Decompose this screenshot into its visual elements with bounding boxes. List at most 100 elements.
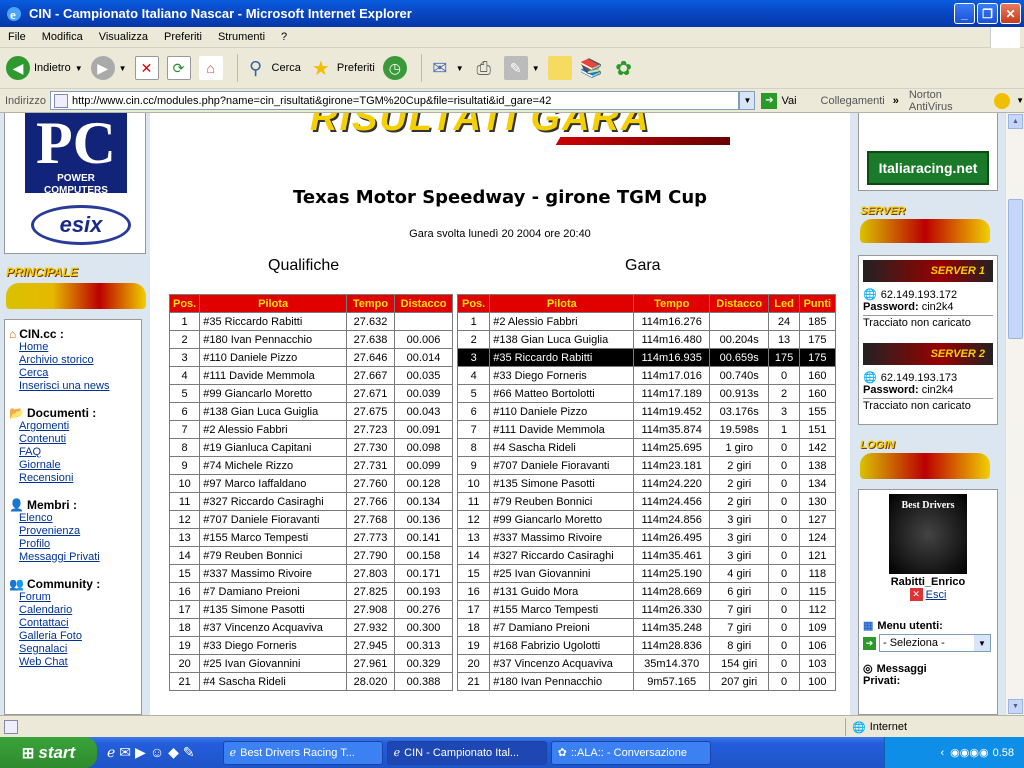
table-cell: 114m25.190 (633, 564, 710, 583)
print-button[interactable]: ⎙ (472, 56, 496, 80)
table-cell: 19 (456, 636, 491, 655)
chevron-down-icon[interactable]: ▼ (75, 64, 83, 73)
refresh-button[interactable]: ⟳ (166, 56, 191, 80)
menu-file[interactable]: File (0, 31, 34, 43)
outlook-icon[interactable]: ✉ (119, 744, 131, 761)
taskbar-item-conversazione[interactable]: ✿::ALA:: - Conversazione (550, 740, 711, 765)
table-cell: 114m16.935 (633, 348, 710, 367)
nav-link-recensioni[interactable]: Recensioni (9, 472, 137, 485)
favorites-button[interactable]: ★ Preferiti (309, 56, 375, 80)
chevron-down-icon: ▼ (974, 635, 990, 651)
table-cell: 27.671 (346, 384, 395, 403)
discuss-button[interactable] (547, 56, 572, 80)
flower-icon: ✿ (615, 57, 633, 80)
table-cell: 7 (456, 420, 491, 439)
close-button[interactable]: ✕ (1000, 3, 1021, 24)
table-cell: 17 (168, 600, 201, 619)
tray-icons[interactable]: ◉◉◉◉ (950, 746, 988, 759)
table-cell: 114m17.189 (633, 384, 710, 403)
nav-link-giornale[interactable]: Giornale (9, 459, 137, 472)
esix-logo[interactable]: esix (31, 205, 131, 245)
globe-icon: 🌐 (852, 721, 866, 734)
nav-section-community: 👥 Community : (9, 577, 101, 591)
table-cell: #110 Daniele Pizzo (199, 348, 347, 367)
nav-link-profilo[interactable]: Profilo (9, 538, 137, 551)
search-button[interactable]: ⚲ Cerca (244, 56, 301, 80)
nav-link-argomenti[interactable]: Argomenti (9, 420, 137, 433)
table-cell: 10 (168, 474, 201, 493)
menu-modifica[interactable]: Modifica (34, 31, 91, 43)
scroll-up-button[interactable]: ▲ (1008, 114, 1023, 129)
mail-button[interactable]: ✉ ▼ (428, 56, 463, 80)
page-viewport: PC POWER COMPUTERS esix PRINCIPALE ⌂ CIN.… (0, 113, 1024, 715)
table-cell: 185 (798, 312, 837, 331)
nav-link-contattaci[interactable]: Contattaci (9, 617, 137, 630)
pencil-icon[interactable]: ✎ (183, 744, 195, 761)
italiaracing-logo[interactable]: Italiaracing.net (867, 151, 989, 185)
pc-logo[interactable]: PC POWER COMPUTERS (25, 113, 127, 196)
nav-link-elenco[interactable]: Elenco (9, 512, 137, 525)
scroll-thumb[interactable] (1008, 199, 1023, 339)
edit-button[interactable]: ✎ ▼ (503, 56, 540, 80)
vertical-scrollbar[interactable]: ▲ ▼ (1005, 113, 1024, 715)
menu-help[interactable]: ? (273, 31, 295, 43)
nav-link-home[interactable]: Home (9, 341, 137, 354)
nav-link-cerca[interactable]: Cerca (9, 367, 137, 380)
history-button[interactable]: ◷ (382, 56, 407, 80)
menu-visualizza[interactable]: Visualizza (91, 31, 156, 43)
tray-chevron-icon[interactable]: ‹ (941, 747, 945, 759)
forward-button[interactable]: ▶ ▼ (90, 56, 127, 80)
research-button[interactable]: 📚 (580, 56, 604, 80)
norton-antivirus[interactable]: Norton AntiVirus (909, 89, 988, 113)
user-menu-select[interactable]: - Seleziona - ▼ (879, 634, 991, 652)
stop-button[interactable]: ✕ (134, 56, 159, 80)
menu-preferiti[interactable]: Preferiti (156, 31, 210, 43)
icq-button[interactable]: ✿ (612, 56, 636, 80)
nav-link-provenienza[interactable]: Provenienza (9, 525, 137, 538)
nav-link-contenuti[interactable]: Contenuti (9, 433, 137, 446)
table-cell: 3 (168, 348, 201, 367)
start-button[interactable]: ⊞ start (0, 737, 97, 768)
nav-link-calendario[interactable]: Calendario (9, 604, 137, 617)
back-button[interactable]: ◀ Indietro ▼ (6, 56, 83, 80)
taskbar-item-cin[interactable]: ℯ CIN - Campionato Ital... (386, 740, 547, 765)
principale-banner[interactable]: PRINCIPALE (6, 265, 146, 315)
nav-link-messaggi-privati[interactable]: Messaggi Privati (9, 551, 137, 564)
nav-link-forum[interactable]: Forum (9, 591, 137, 604)
logout-link[interactable]: ✕ Esci (863, 588, 993, 601)
server-banner: SERVER (860, 205, 990, 247)
chevron-right-icon[interactable]: » (893, 95, 899, 107)
table-cell: 19 (168, 636, 201, 655)
clock: 0.58 (992, 746, 1014, 759)
chevron-down-icon[interactable]: ▼ (1016, 96, 1024, 105)
table-cell: 18 (168, 618, 201, 637)
media-player-icon[interactable]: ▶ (135, 744, 146, 761)
nav-link-faq[interactable]: FAQ (9, 446, 137, 459)
messenger-icon[interactable]: ☺ (150, 744, 164, 761)
ie-icon[interactable]: ℯ (107, 744, 115, 761)
window-titlebar[interactable]: e CIN - Campionato Italiano Nascar - Mic… (0, 0, 1024, 27)
go-button[interactable]: ➔ Vai (761, 92, 797, 109)
table-cell: 121 (798, 546, 837, 565)
nav-link-inserisci-news[interactable]: Inserisci una news (9, 380, 137, 393)
taskbar-item-best-drivers[interactable]: ℯ Best Drivers Racing T... (222, 740, 383, 765)
home-button[interactable]: ⌂ (198, 56, 223, 80)
nav-link-segnalaci[interactable]: Segnalaci (9, 643, 137, 656)
minimize-button[interactable]: _ (954, 3, 975, 24)
go-arrow-icon[interactable]: ➔ (863, 636, 876, 650)
table-row: 15 #337 Massimo Rivoire 27.803 00.171 (168, 564, 453, 583)
scroll-down-button[interactable]: ▼ (1008, 699, 1023, 714)
table-cell: 21 (456, 672, 491, 691)
address-input[interactable]: http://www.cin.cc/modules.php?name=cin_r… (49, 91, 740, 110)
address-dropdown[interactable]: ▼ (739, 91, 756, 110)
nav-link-archivio[interactable]: Archivio storico (9, 354, 137, 367)
menu-strumenti[interactable]: Strumenti (210, 31, 273, 43)
nav-link-galleria-foto[interactable]: Galleria Foto (9, 630, 137, 643)
links-toolbar[interactable]: Collegamenti (821, 95, 885, 107)
avatar[interactable]: Best Drivers (889, 494, 967, 574)
table-cell: 2 (768, 384, 800, 403)
nav-link-web-chat[interactable]: Web Chat (9, 656, 137, 669)
restore-button[interactable]: ❐ (977, 3, 998, 24)
app-icon[interactable]: ◆ (168, 744, 179, 761)
table-cell: 27.932 (346, 618, 395, 637)
